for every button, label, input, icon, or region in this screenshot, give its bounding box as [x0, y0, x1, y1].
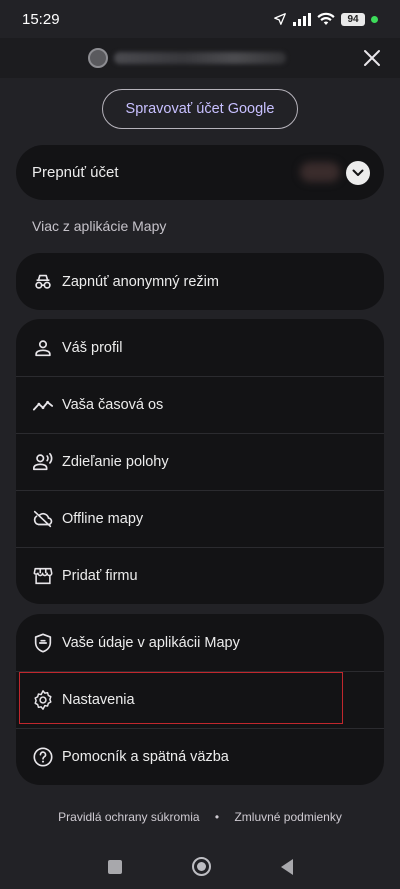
battery-indicator: 94	[341, 12, 365, 26]
menu-item-profile[interactable]: Váš profil	[16, 319, 384, 376]
blurred-account-avatars	[300, 162, 340, 182]
chevron-down-icon	[352, 169, 364, 176]
shield-data-icon	[32, 632, 54, 654]
menu-item-label: Vaše údaje v aplikácii Mapy	[62, 634, 240, 651]
help-icon	[32, 746, 54, 768]
gear-icon	[32, 689, 54, 711]
location-sharing-icon	[32, 451, 54, 473]
menu-item-settings[interactable]: Nastavenia	[16, 671, 384, 728]
manage-google-account-button[interactable]: Spravovať účet Google	[102, 89, 298, 129]
privacy-policy-link[interactable]: Pravidlá ochrany súkromia	[58, 810, 199, 824]
location-arrow-icon	[274, 13, 286, 25]
settings-menu-card: Vaše údaje v aplikácii Mapy Nastavenia P…	[16, 614, 384, 785]
home-button[interactable]	[191, 857, 211, 876]
switch-account-label: Prepnúť účet	[32, 164, 119, 181]
timeline-icon	[32, 394, 54, 416]
incognito-card: Zapnúť anonymný režim	[16, 253, 384, 310]
terms-link[interactable]: Zmluvné podmienky	[234, 810, 341, 824]
incognito-mode-label: Zapnúť anonymný režim	[62, 273, 219, 290]
section-label: Viac z aplikácie Mapy	[32, 218, 167, 234]
cloud-off-icon	[32, 508, 54, 530]
status-time: 15:29	[22, 10, 60, 28]
back-button[interactable]	[280, 858, 293, 875]
status-icons: 94	[273, 12, 378, 26]
menu-item-help-feedback[interactable]: Pomocník a spätná väzba	[16, 728, 384, 785]
menu-item-label: Zdieľanie polohy	[62, 454, 169, 470]
menu-item-timeline[interactable]: Vaša časová os	[16, 376, 384, 433]
close-button[interactable]	[360, 46, 384, 70]
close-icon	[364, 50, 380, 66]
avatar[interactable]	[88, 48, 108, 68]
recent-apps-button[interactable]	[107, 859, 122, 874]
footer-separator: •	[214, 810, 220, 824]
main-menu-card: Váš profil Vaša časová os Zdieľanie polo…	[16, 319, 384, 604]
blurred-account-name	[114, 52, 286, 64]
footer-links: Pravidlá ochrany súkromia • Zmluvné podm…	[0, 810, 400, 824]
menu-item-your-data[interactable]: Vaše údaje v aplikácii Mapy	[16, 614, 384, 671]
storefront-icon	[32, 565, 54, 587]
incognito-mode-item[interactable]: Zapnúť anonymný režim	[16, 253, 384, 310]
account-header	[0, 38, 400, 78]
person-icon	[32, 337, 54, 359]
system-nav-bar	[0, 844, 400, 889]
menu-item-label: Pridať firmu	[62, 568, 138, 584]
menu-item-label: Váš profil	[62, 339, 123, 356]
menu-item-label: Nastavenia	[62, 692, 135, 708]
menu-item-label: Offline mapy	[62, 511, 144, 527]
signal-icon	[293, 12, 311, 26]
status-bar: 15:29 94	[0, 0, 400, 38]
menu-item-label: Vaša časová os	[62, 397, 164, 413]
menu-item-label: Pomocník a spätná väzba	[62, 749, 229, 765]
menu-item-offline-maps[interactable]: Offline mapy	[16, 490, 384, 547]
privacy-indicator-dot	[371, 15, 378, 23]
incognito-icon	[32, 271, 54, 293]
switch-account-row[interactable]: Prepnúť účet	[16, 145, 384, 200]
menu-item-add-business[interactable]: Pridať firmu	[16, 547, 384, 604]
wifi-icon	[317, 12, 335, 25]
menu-item-location-sharing[interactable]: Zdieľanie polohy	[16, 433, 384, 490]
expand-accounts-button[interactable]	[346, 161, 370, 185]
